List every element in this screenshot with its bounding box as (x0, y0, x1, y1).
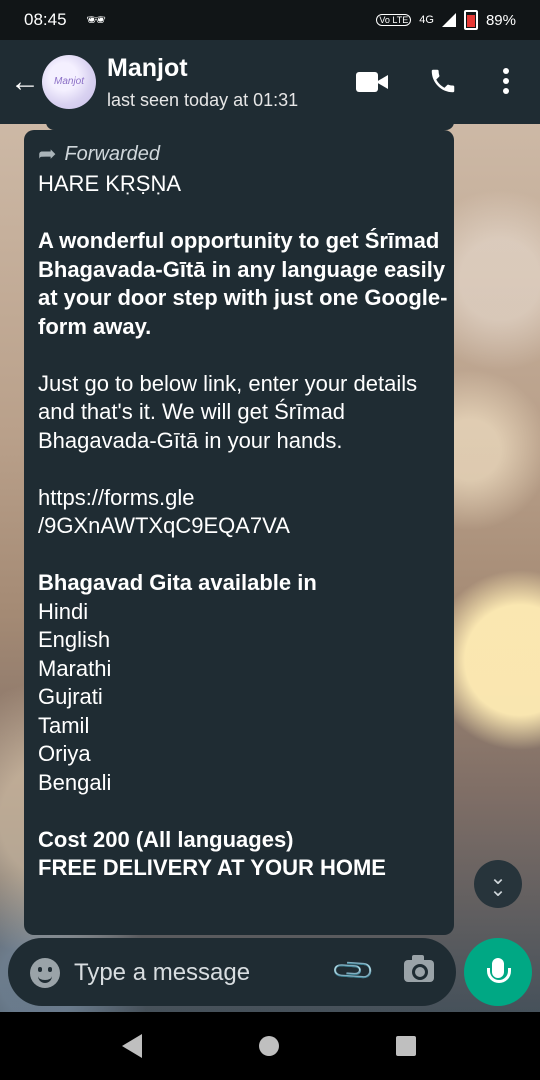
delivery-line-text: FREE DELIVERY AT YOUR HOME (38, 855, 386, 880)
nav-home-icon[interactable] (259, 1036, 279, 1056)
volte-icon: Vo LTE (376, 14, 412, 26)
message-line-bold: A wonderful opportunity to get Śrīmad Bh… (38, 227, 448, 341)
back-arrow-icon[interactable]: ← (10, 67, 40, 97)
incognito-icon: 🕶 (86, 12, 107, 29)
forwarded-label: ➦ Forwarded (38, 141, 160, 167)
scroll-to-bottom-button[interactable]: ⌄ ⌄ (474, 860, 522, 908)
attachment-icon[interactable]: 📎 (329, 947, 377, 995)
battery-icon (463, 10, 478, 30)
cost-line: Cost 200 (All languages) (38, 826, 448, 855)
avatar-text: Manjot (53, 76, 84, 87)
language-item: Bengali (38, 769, 112, 795)
language-item: Marathi (38, 655, 112, 681)
overflow-menu-icon[interactable] (500, 68, 512, 98)
forward-arrow-icon: ➦ (38, 141, 57, 166)
languages-heading: Bhagavad Gita available in (38, 569, 448, 598)
form-link-path[interactable]: /9GXnAWTXqC9EQA7VA (38, 512, 448, 541)
battery-level: 89% (485, 11, 516, 29)
language-item: English (38, 627, 111, 652)
nav-back-icon[interactable] (122, 1034, 142, 1058)
contact-name[interactable]: Manjot (107, 54, 188, 83)
network-type: 4G (419, 14, 434, 26)
form-link[interactable]: https://forms.gle (38, 484, 448, 513)
cost-line-text: Cost 200 (All languages) (38, 826, 294, 852)
chat-header: ← Manjot Manjot last seen today at 01:31 (0, 40, 540, 124)
message-bubble[interactable]: ➦ Forwarded HARE KṚṢṆA A wonderful oppor… (24, 130, 454, 935)
system-navigation-bar (0, 1012, 540, 1080)
message-text: HARE KṚṢṆA A wonderful opportunity to ge… (38, 170, 448, 883)
message-line-bold-text: A wonderful opportunity to get Śrīmad Bh… (38, 228, 448, 339)
language-item: Gujrati (38, 684, 103, 709)
delivery-line: FREE DELIVERY AT YOUR HOME (38, 854, 448, 883)
voice-message-button[interactable] (464, 938, 532, 1006)
previous-message-edge (46, 120, 454, 130)
message-line: Just go to below link, enter your detail… (38, 370, 418, 453)
status-bar: 08:45 🕶 Vo LTE 4G 89% (0, 0, 540, 40)
last-seen-status: last seen today at 01:31 (107, 90, 299, 110)
emoji-icon[interactable] (30, 958, 60, 988)
message-line: HARE KṚṢṆA (38, 171, 182, 196)
video-call-icon[interactable] (356, 72, 388, 92)
language-item: Tamil (38, 712, 90, 738)
nav-recents-icon[interactable] (396, 1036, 416, 1056)
language-item: Oriya (38, 741, 91, 766)
avatar[interactable]: Manjot (42, 55, 96, 109)
message-input-bar: 📎 (8, 938, 456, 1006)
mic-icon (487, 958, 511, 983)
message-input[interactable] (72, 955, 326, 991)
double-chevron-down-icon: ⌄ ⌄ (489, 867, 507, 901)
status-indicators: Vo LTE 4G 89% (376, 10, 516, 30)
camera-icon[interactable] (404, 955, 434, 982)
signal-icon (441, 13, 456, 27)
language-item: Hindi (38, 598, 89, 624)
voice-call-icon[interactable] (428, 66, 458, 101)
languages-heading-text: Bhagavad Gita available in (38, 570, 317, 595)
forwarded-text: Forwarded (64, 142, 161, 165)
status-time: 08:45 (24, 10, 67, 29)
